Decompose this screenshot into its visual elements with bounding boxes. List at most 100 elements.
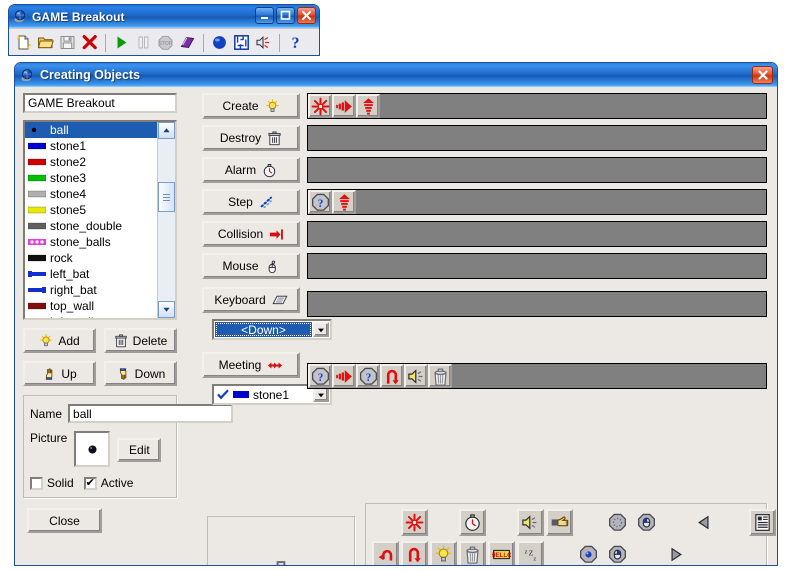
active-checkbox[interactable]: ✔ Active (83, 476, 133, 490)
add-button[interactable]: Add (23, 328, 96, 353)
sound-action-target[interactable] (517, 509, 544, 536)
create-action-target[interactable] (430, 541, 457, 565)
list-item[interactable]: ball (25, 122, 158, 138)
list-item[interactable]: stone5 (25, 202, 158, 218)
action-strip-keyboard[interactable] (307, 291, 767, 317)
down-button[interactable]: Down (104, 361, 177, 386)
maximize-button[interactable] (276, 7, 295, 24)
solid-checkbox-box[interactable] (30, 476, 43, 490)
sleep-action-target[interactable]: zZz (517, 541, 544, 565)
dotted-octagon-action-target[interactable] (604, 509, 631, 536)
up-button[interactable]: Up (23, 361, 96, 386)
next-action[interactable] (662, 541, 689, 565)
chevron-down-icon[interactable] (313, 387, 329, 402)
mouse-right-action-target[interactable] (604, 541, 631, 565)
event-button-alarm[interactable]: Alarm (202, 157, 300, 183)
dialog-titlebar[interactable]: Creating Objects (15, 63, 777, 87)
solid-checkbox[interactable]: Solid (30, 476, 74, 490)
minimize-button[interactable] (255, 7, 274, 24)
destroy-action[interactable] (459, 541, 486, 565)
list-item[interactable]: stone1 (25, 138, 158, 154)
save-icon[interactable] (58, 33, 77, 52)
document-action[interactable] (749, 509, 776, 536)
action-strip-collision[interactable] (307, 221, 767, 247)
bounce-action-target[interactable] (401, 541, 428, 565)
click-action-target[interactable] (546, 509, 573, 536)
object-list-scrollbar[interactable] (157, 122, 175, 318)
action-speed-up-icon[interactable] (356, 94, 380, 118)
document-action-target[interactable] (749, 509, 776, 536)
action-strip-alarm[interactable] (307, 157, 767, 183)
undo-action[interactable] (372, 541, 399, 565)
scroll-up-icon[interactable] (158, 122, 175, 139)
close-button[interactable] (297, 7, 316, 24)
next-action-target[interactable] (662, 541, 689, 565)
close-dialog-button[interactable]: Close (27, 508, 102, 533)
sound-action[interactable] (517, 509, 544, 536)
mouse-right-action[interactable] (604, 541, 631, 565)
create-action[interactable] (430, 541, 457, 565)
action-strip-meeting[interactable]: ?? (307, 363, 767, 389)
prev-action-target[interactable] (691, 509, 718, 536)
list-item[interactable]: top_wall (25, 298, 158, 314)
action-strip-destroy[interactable] (307, 125, 767, 151)
action-strip-create[interactable] (307, 93, 767, 119)
maze-icon[interactable] (232, 33, 251, 52)
action-move-icon[interactable] (332, 364, 356, 388)
action-sound-icon[interactable] (404, 364, 428, 388)
ball-octagon-action[interactable] (575, 541, 602, 565)
book-icon[interactable] (178, 33, 197, 52)
alarm-action-target[interactable] (459, 509, 486, 536)
object-list[interactable]: ball stone1 stone2 stone3 stone4 stone5 stone_… (23, 120, 177, 320)
action-question-icon[interactable]: ? (308, 364, 332, 388)
new-icon[interactable] (14, 33, 33, 52)
ball-octagon-action-target[interactable] (575, 541, 602, 565)
scrollbar-thumb[interactable] (158, 182, 175, 212)
action-trash-icon[interactable] (428, 364, 452, 388)
event-button-step[interactable]: Step (202, 189, 300, 215)
event-button-keyboard[interactable]: Keyboard (202, 287, 300, 313)
event-button-collision[interactable]: Collision (202, 221, 300, 247)
list-item[interactable]: stone4 (25, 186, 158, 202)
list-item[interactable]: stone_balls (25, 234, 158, 250)
message-action[interactable]: HELLO (488, 541, 515, 565)
list-item[interactable]: stone_double (25, 218, 158, 234)
mouse-left-action[interactable] (633, 509, 660, 536)
click-action[interactable] (546, 509, 573, 536)
list-item[interactable]: stone3 (25, 170, 158, 186)
active-checkbox-box[interactable]: ✔ (83, 476, 97, 490)
chevron-down-icon[interactable] (313, 322, 329, 337)
event-button-meeting[interactable]: Meeting (202, 352, 300, 378)
dialog-close-button[interactable] (752, 66, 773, 84)
prev-action[interactable] (691, 509, 718, 536)
stop-icon[interactable]: STOP (156, 33, 175, 52)
dotted-octagon-action[interactable] (604, 509, 631, 536)
list-item[interactable]: left_wall (25, 314, 158, 318)
play-icon[interactable] (112, 33, 131, 52)
main-window-titlebar[interactable]: GAME Breakout (9, 5, 319, 28)
sound-icon[interactable] (254, 33, 273, 52)
globe-icon[interactable] (210, 33, 229, 52)
mouse-left-action-target[interactable] (633, 509, 660, 536)
pause-icon[interactable] (134, 33, 153, 52)
project-name-input[interactable] (23, 93, 177, 113)
open-icon[interactable] (36, 33, 55, 52)
trash-drop-area[interactable] (207, 516, 355, 565)
event-button-destroy[interactable]: Destroy (202, 125, 300, 151)
destroy-action-target[interactable] (459, 541, 486, 565)
event-button-create[interactable]: Create (202, 93, 300, 119)
action-question-icon[interactable]: ? (356, 364, 380, 388)
action-question-icon[interactable]: ? (308, 190, 332, 214)
message-action-target[interactable]: HELLO (488, 541, 515, 565)
action-move-icon[interactable] (332, 94, 356, 118)
name-input[interactable] (68, 404, 234, 423)
delete-button[interactable]: Delete (104, 328, 177, 353)
undo-action-target[interactable] (372, 541, 399, 565)
edit-picture-button[interactable]: Edit (117, 438, 162, 462)
explode-action-target[interactable] (401, 509, 428, 536)
keyboard-key-select[interactable]: <Down> (212, 319, 332, 340)
delete-icon[interactable] (80, 33, 99, 52)
bounce-action[interactable] (401, 541, 428, 565)
action-explode-icon[interactable] (308, 94, 332, 118)
explode-action[interactable] (401, 509, 428, 536)
